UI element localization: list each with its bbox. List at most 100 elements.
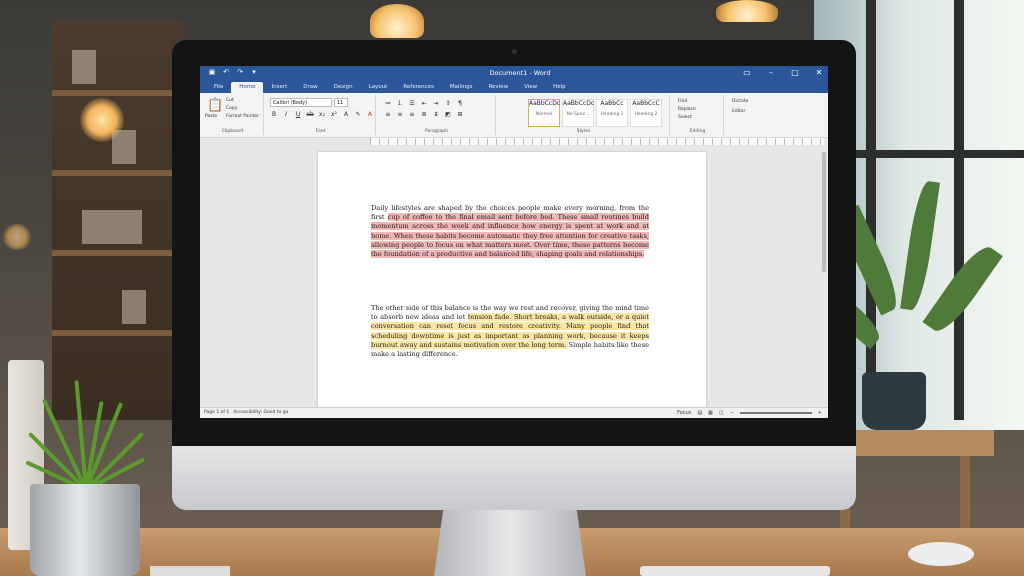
format-painter-button[interactable]: Format Painter bbox=[226, 114, 259, 119]
minimize-icon[interactable]: – bbox=[766, 67, 776, 78]
zoom-in-icon[interactable]: + bbox=[818, 410, 822, 416]
align-center-icon[interactable]: ≡ bbox=[396, 110, 404, 119]
tab-home[interactable]: Home bbox=[231, 82, 264, 93]
font-size-select[interactable]: 11 bbox=[334, 98, 348, 107]
sort-icon[interactable]: ↕ bbox=[444, 99, 452, 108]
tab-draw[interactable]: Draw bbox=[295, 82, 325, 93]
align-right-icon[interactable]: ≡ bbox=[408, 110, 416, 119]
style-preview: AaBbCcDc bbox=[529, 100, 561, 107]
select-button[interactable]: Select bbox=[678, 115, 692, 120]
title-bar: ▣ ↶ ↷ ▾ Document1 - Word ▭ – □ ✕ bbox=[200, 66, 828, 80]
tab-file[interactable]: File bbox=[206, 82, 231, 93]
tab-help[interactable]: Help bbox=[545, 82, 574, 93]
font-group: Calibri (Body) 11 B I U ab x₂ x² A ✎ A F… bbox=[266, 95, 376, 135]
group-label: Styles bbox=[576, 129, 591, 134]
camera-icon bbox=[512, 49, 517, 54]
read-mode-icon[interactable]: ▤ bbox=[697, 410, 702, 416]
style-heading-1[interactable]: AaBbCc Heading 1 bbox=[596, 99, 628, 127]
text-effects-icon[interactable]: A bbox=[342, 110, 350, 119]
tab-layout[interactable]: Layout bbox=[361, 82, 396, 93]
accessibility-status[interactable]: Accessibility: Good to go bbox=[233, 410, 288, 415]
paste-icon[interactable]: 📋 bbox=[207, 98, 223, 114]
numbering-icon[interactable]: ⒈ bbox=[396, 99, 404, 108]
undo-icon[interactable]: ↶ bbox=[222, 68, 230, 77]
web-layout-icon[interactable]: ◫ bbox=[719, 410, 724, 416]
apple-logo-icon bbox=[494, 456, 526, 494]
subscript-icon[interactable]: x₂ bbox=[318, 110, 326, 119]
bold-icon[interactable]: B bbox=[270, 110, 278, 119]
paragraph-2[interactable]: The other side of this balance is the wa… bbox=[371, 304, 649, 359]
paste-button[interactable]: Paste bbox=[205, 114, 217, 119]
font-name-select[interactable]: Calibri (Body) bbox=[270, 98, 332, 107]
vertical-scrollbar[interactable] bbox=[822, 152, 826, 272]
status-bar: Page 1 of 1 Accessibility: Good to go Fo… bbox=[200, 407, 828, 418]
document-page[interactable]: Daily lifestyles are shaped by the choic… bbox=[318, 152, 706, 408]
copy-button[interactable]: Copy bbox=[226, 106, 237, 111]
word-window: ▣ ↶ ↷ ▾ Document1 - Word ▭ – □ ✕ File Ho… bbox=[200, 66, 828, 418]
multilevel-list-icon[interactable]: ☰ bbox=[408, 99, 416, 108]
style-name: No Spac... bbox=[566, 112, 590, 117]
ribbon: 📋 Paste Cut Copy Format Painter Clipboar… bbox=[200, 93, 828, 138]
italic-icon[interactable]: I bbox=[282, 110, 290, 119]
ribbon-tabs: File Home Insert Draw Design Layout Refe… bbox=[200, 80, 828, 93]
editor-button[interactable]: Editor bbox=[732, 109, 745, 114]
justify-icon[interactable]: ≣ bbox=[420, 110, 428, 119]
style-preview: AaBbCcDc bbox=[563, 100, 595, 107]
monitor-stand bbox=[434, 510, 586, 576]
borders-icon[interactable]: ⊞ bbox=[456, 110, 464, 119]
tab-insert[interactable]: Insert bbox=[263, 82, 295, 93]
close-icon[interactable]: ✕ bbox=[814, 67, 824, 78]
find-button[interactable]: Find bbox=[678, 99, 687, 104]
strikethrough-icon[interactable]: ab bbox=[306, 110, 314, 119]
maximize-icon[interactable]: □ bbox=[790, 67, 800, 78]
group-label: Paragraph bbox=[424, 129, 449, 134]
tab-design[interactable]: Design bbox=[326, 82, 361, 93]
show-marks-icon[interactable]: ¶ bbox=[456, 99, 464, 108]
style-no-spacing[interactable]: AaBbCcDc No Spac... bbox=[562, 99, 594, 127]
redo-icon[interactable]: ↷ bbox=[236, 68, 244, 77]
keyboard bbox=[640, 566, 830, 576]
clipboard-group: 📋 Paste Cut Copy Format Painter Clipboar… bbox=[202, 95, 264, 135]
customize-icon[interactable]: ▾ bbox=[250, 68, 258, 77]
replace-button[interactable]: Replace bbox=[678, 107, 696, 112]
shading-icon[interactable]: ◩ bbox=[444, 110, 452, 119]
page-count[interactable]: Page 1 of 1 bbox=[204, 410, 229, 415]
style-normal[interactable]: AaBbCcDc Normal bbox=[528, 99, 560, 127]
focus-button[interactable]: Focus bbox=[677, 410, 691, 416]
tab-mailings[interactable]: Mailings bbox=[442, 82, 481, 93]
group-label: Editing bbox=[689, 129, 706, 134]
dictate-button[interactable]: Dictate bbox=[732, 99, 748, 104]
bookshelf bbox=[52, 20, 182, 420]
underline-icon[interactable]: U bbox=[294, 110, 302, 119]
lamp-glow bbox=[80, 98, 124, 142]
horizontal-ruler[interactable] bbox=[370, 138, 824, 145]
zoom-slider[interactable] bbox=[739, 412, 812, 414]
tab-view[interactable]: View bbox=[516, 82, 545, 93]
paper bbox=[150, 566, 230, 576]
plant-pot bbox=[30, 484, 140, 576]
decrease-indent-icon[interactable]: ⇤ bbox=[420, 99, 428, 108]
style-heading-2[interactable]: AaBbCcC Heading 2 bbox=[630, 99, 662, 127]
tab-review[interactable]: Review bbox=[480, 82, 516, 93]
highlighted-text-red: cup of coffee to the final email sent be… bbox=[371, 213, 649, 259]
tab-references[interactable]: References bbox=[395, 82, 442, 93]
bullets-icon[interactable]: ≔ bbox=[384, 99, 392, 108]
highlight-icon[interactable]: ✎ bbox=[354, 110, 362, 119]
style-preview: AaBbCcC bbox=[632, 100, 660, 107]
save-icon[interactable]: ▣ bbox=[208, 68, 216, 77]
mouse bbox=[908, 542, 974, 566]
increase-indent-icon[interactable]: ⇥ bbox=[432, 99, 440, 108]
font-color-icon[interactable]: A bbox=[366, 110, 374, 119]
line-spacing-icon[interactable]: ↨ bbox=[432, 110, 440, 119]
align-left-icon[interactable]: ≡ bbox=[384, 110, 392, 119]
zoom-out-icon[interactable]: − bbox=[730, 410, 734, 416]
print-layout-icon[interactable]: ▦ bbox=[708, 410, 713, 416]
cut-button[interactable]: Cut bbox=[226, 98, 234, 103]
paragraph-1[interactable]: Daily lifestyles are shaped by the choic… bbox=[371, 204, 649, 259]
superscript-icon[interactable]: x² bbox=[330, 110, 338, 119]
voice-group: Dictate Editor bbox=[726, 95, 786, 135]
ribbon-display-icon[interactable]: ▭ bbox=[742, 67, 752, 78]
style-name: Normal bbox=[535, 112, 553, 117]
styles-group: AaBbCcDc Normal AaBbCcDc No Spac... AaBb… bbox=[498, 95, 670, 135]
group-label: Clipboard bbox=[221, 129, 244, 134]
